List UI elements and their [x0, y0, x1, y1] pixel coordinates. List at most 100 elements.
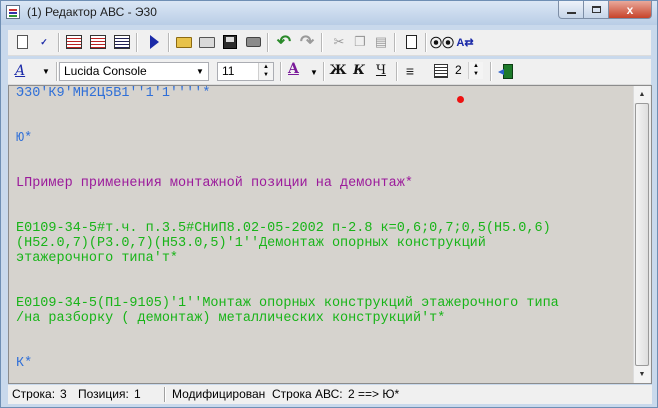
spin-arrows-icon[interactable]: ▲ ▼	[468, 62, 483, 79]
spellcheck-button[interactable]: ✓	[35, 33, 53, 51]
grid-red-button[interactable]	[65, 33, 83, 51]
scrollbar-thumb[interactable]	[635, 103, 649, 366]
save-button[interactable]	[221, 33, 239, 51]
font-color-icon[interactable]: A	[288, 61, 299, 77]
font-size-stepper[interactable]: 11 ▲ ▼	[217, 62, 274, 81]
underline-button[interactable]: Ч	[372, 62, 390, 80]
grid-mixed-button[interactable]	[89, 33, 107, 51]
undo-button[interactable]: ↶	[275, 32, 293, 51]
binoculars-icon: ⦿⦿	[430, 35, 455, 50]
printer-folder-icon	[199, 36, 215, 48]
line-spacing-stepper[interactable]: 2 ▲ ▼	[451, 62, 483, 81]
cut-button[interactable]: ✂	[330, 33, 348, 51]
font-name-select[interactable]: Lucida Console ▼	[59, 62, 209, 81]
editor-line[interactable]	[16, 191, 559, 206]
title-bar[interactable]: (1) Редактор АВС - Э30 x	[1, 1, 657, 25]
toolbar-separator	[323, 62, 325, 81]
editor-line[interactable]	[16, 116, 559, 131]
maximize-button[interactable]	[584, 1, 609, 19]
spin-arrows-icon[interactable]: ▲ ▼	[258, 63, 273, 80]
toolbar-separator	[136, 33, 138, 52]
chevron-down-icon[interactable]: ▼	[310, 68, 318, 77]
font-name-value: Lucida Console	[64, 64, 147, 78]
format-toolbar: A ▼ Lucida Console ▼ 11 ▲ ▼ A ▼ Ж К Ч ≡ 2…	[8, 59, 651, 85]
text-editor[interactable]: Э30'К9'МН2Ц5В1''1'1''''* Ю* LПример примен…	[8, 85, 652, 384]
undo-icon: ↶	[276, 32, 292, 51]
toolbar-separator	[394, 33, 396, 52]
font-size-value: 11	[222, 64, 235, 78]
editor-line[interactable]	[16, 206, 559, 221]
paste-button[interactable]: ▤	[372, 33, 390, 51]
toolbar-separator	[490, 62, 492, 81]
replace-button[interactable]: A⇄	[456, 33, 474, 51]
status-row-value: 3	[60, 387, 67, 401]
editor-line[interactable]: этажерочного типа'т*	[16, 251, 559, 266]
redo-button[interactable]: ↷	[298, 32, 316, 51]
toolbar-separator	[280, 62, 282, 81]
table-dark-icon	[114, 35, 130, 49]
scroll-down-icon[interactable]: ▼	[634, 366, 650, 383]
replace-icon: A⇄	[456, 36, 474, 49]
status-position-label: Позиция:	[78, 387, 129, 401]
status-separator	[164, 387, 166, 402]
table-red-icon	[66, 35, 82, 49]
app-window: (1) Редактор АВС - Э30 x ✓ ↶ ↷ ✂ ❐ ▤ ⦿⦿ …	[0, 0, 658, 408]
line-spacing-button[interactable]	[432, 62, 450, 80]
close-icon: x	[626, 2, 634, 17]
toolbar-separator	[396, 62, 398, 81]
editor-line[interactable]: (Н52.0,7)(Р3.0,7)(Н53.0,5)'1''Демонтаж о…	[16, 236, 559, 251]
print-preview-button[interactable]	[198, 33, 216, 51]
scroll-up-icon[interactable]: ▲	[634, 86, 650, 103]
status-modified: Модифицирован	[172, 387, 266, 401]
copy-button[interactable]: ❐	[351, 33, 369, 51]
run-button[interactable]	[145, 33, 163, 51]
editor-line[interactable]: К*	[16, 356, 559, 371]
spellcheck-icon: ✓	[40, 36, 48, 47]
redo-icon: ↷	[299, 32, 315, 51]
toolbar-separator	[56, 62, 58, 81]
chevron-down-icon[interactable]: ▼	[192, 63, 208, 80]
editor-line[interactable]	[16, 341, 559, 356]
table-red-icon	[90, 35, 106, 49]
paragraph-button[interactable]: ≡	[401, 62, 419, 80]
save-disk-icon	[223, 35, 237, 49]
editor-line[interactable]: Ю*	[16, 131, 559, 146]
window-controls: x	[558, 1, 652, 20]
grid-dark-button[interactable]	[113, 33, 131, 51]
bold-button[interactable]: Ж	[329, 62, 347, 80]
maximize-icon	[591, 6, 601, 13]
new-document-button[interactable]	[13, 33, 31, 51]
editor-line[interactable]	[16, 266, 559, 281]
minimize-button[interactable]	[558, 1, 584, 19]
format-painter-button[interactable]	[402, 33, 420, 51]
open-button[interactable]	[175, 33, 193, 51]
editor-line[interactable]	[16, 161, 559, 176]
vertical-scrollbar[interactable]: ▲ ▼	[633, 86, 651, 383]
close-button[interactable]: x	[609, 1, 652, 19]
editor-line[interactable]: LПример применения монтажной позиции на …	[16, 176, 559, 191]
line-spacing-value: 2	[455, 63, 462, 77]
scissors-icon: ✂	[333, 34, 345, 49]
app-icon	[6, 5, 20, 19]
find-button[interactable]: ⦿⦿	[430, 33, 455, 51]
editor-line[interactable]: /на разборку ( демонтаж) металлических к…	[16, 311, 559, 326]
folder-open-icon	[176, 36, 192, 48]
new-document-icon	[16, 35, 28, 49]
editor-content[interactable]: Э30'К9'МН2Ц5В1''1'1''''* Ю* LПример примен…	[16, 86, 559, 371]
toolbar-separator	[58, 33, 60, 52]
print-button[interactable]	[244, 33, 262, 51]
printer-icon	[245, 37, 261, 47]
editor-line[interactable]	[16, 326, 559, 341]
style-dropdown[interactable]: A ▼	[11, 62, 55, 81]
status-abc-label: Строка АВС:	[272, 387, 343, 401]
editor-line[interactable]: Е0109-34-5(П1-9105)'1''Монтаж опорных ко…	[16, 296, 559, 311]
editor-line[interactable]	[16, 281, 559, 296]
editor-line[interactable]	[16, 101, 559, 116]
editor-line[interactable]: Е0109-34-5#т.ч. п.3.5#СНиП8.02-05-2002 п…	[16, 221, 559, 236]
editor-line[interactable]	[16, 146, 559, 161]
toolbar-separator	[267, 33, 269, 52]
editor-line[interactable]: Э30'К9'МН2Ц5В1''1'1''''*	[16, 86, 559, 101]
exit-button[interactable]	[498, 62, 517, 80]
paste-icon: ▤	[374, 34, 388, 49]
italic-button[interactable]: К	[350, 62, 368, 80]
